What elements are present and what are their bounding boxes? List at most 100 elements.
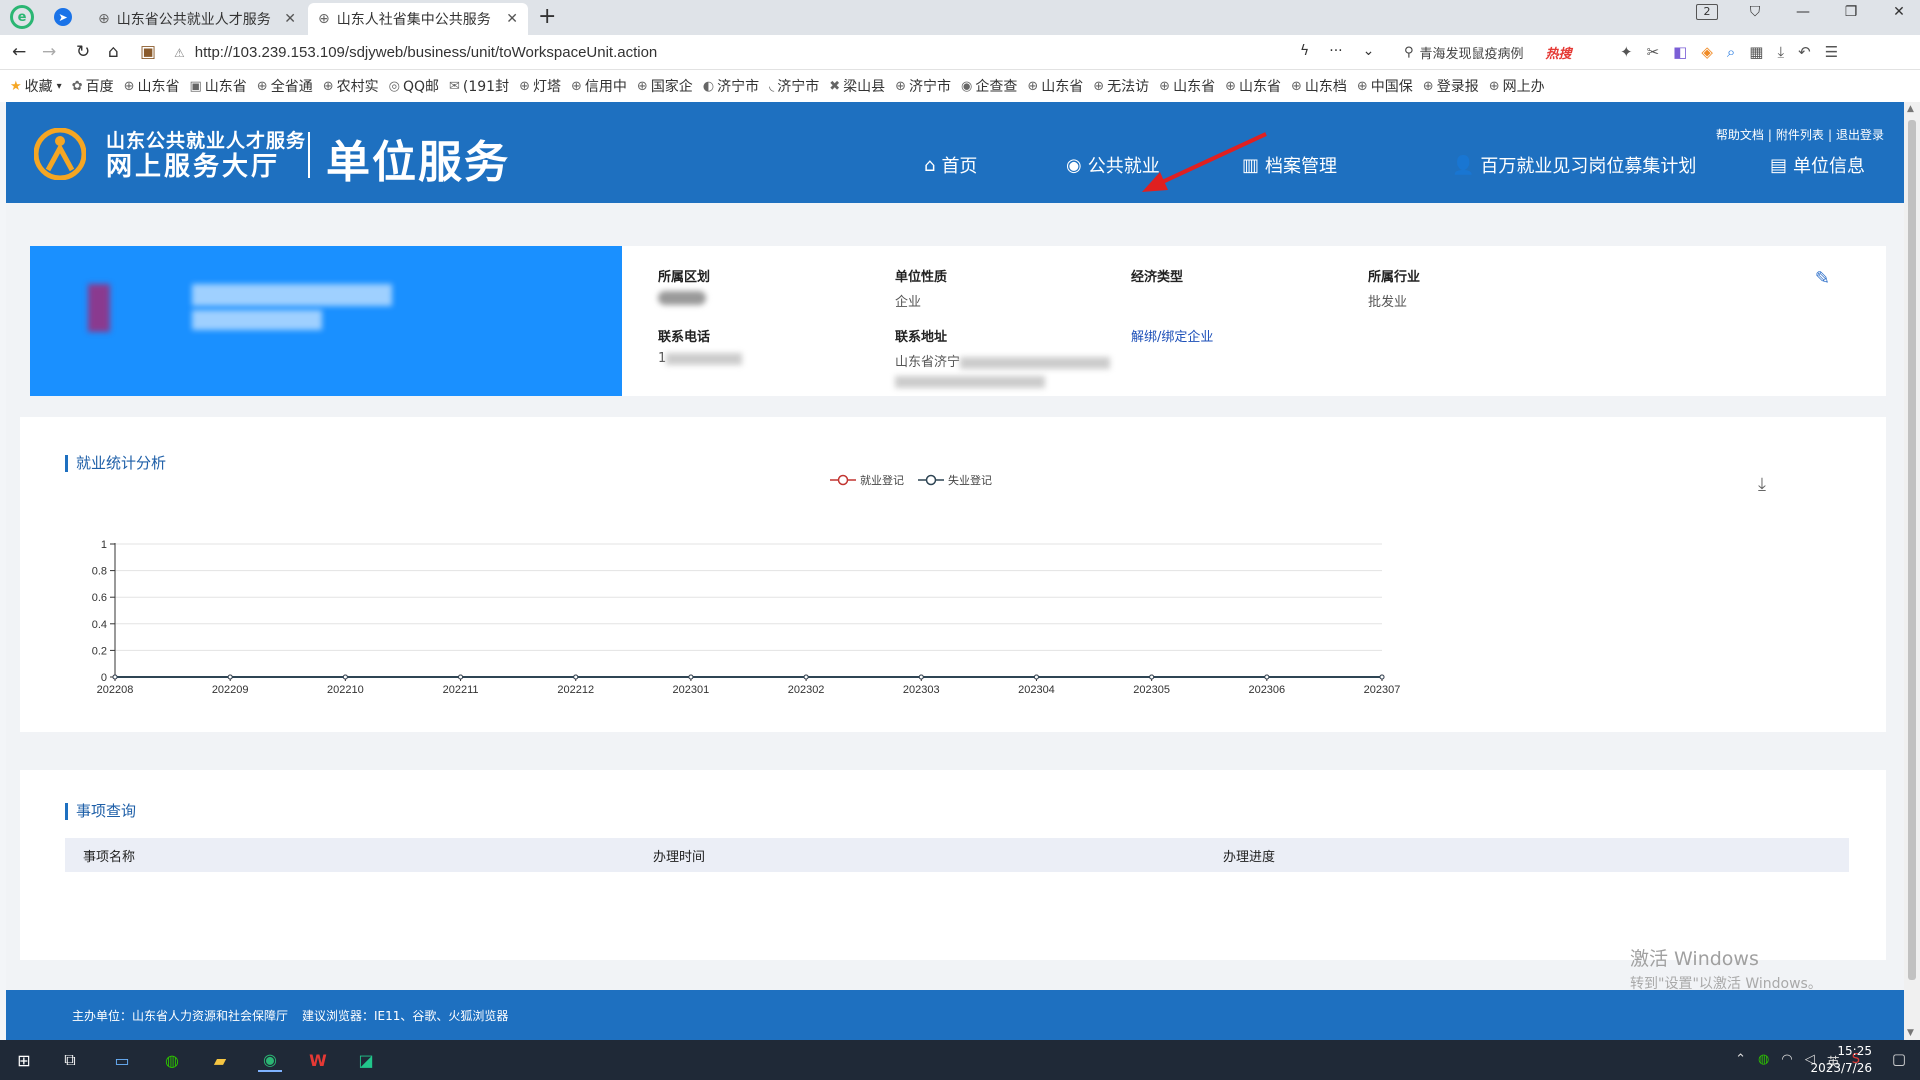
- chevron-down-icon[interactable]: ⌄: [1363, 43, 1375, 59]
- bind-unbind-link[interactable]: 解绑/绑定企业: [1131, 326, 1213, 345]
- bookmark-item[interactable]: ⊕ 山东档: [1291, 76, 1347, 96]
- bookmark-icon: ⊕: [636, 78, 648, 94]
- browser-tab-2[interactable]: ⊕ 山东人社省集中公共服务 ✕: [308, 3, 528, 35]
- task-view-icon[interactable]: ⧉: [58, 1048, 82, 1072]
- bookmark-item[interactable]: ✖ 梁山县: [829, 76, 885, 96]
- bookmark-item[interactable]: ▣ 山东省: [190, 76, 247, 96]
- shirt-icon[interactable]: ⛉: [1744, 4, 1766, 20]
- home-icon: ⌂: [924, 154, 936, 176]
- bookmark-item[interactable]: ⊕ 全省通: [257, 76, 313, 96]
- not-secure-icon[interactable]: ⚠: [174, 46, 185, 60]
- chevron-up-icon[interactable]: ⌃: [1735, 1052, 1746, 1071]
- bookmark-item[interactable]: ◎ QQ邮: [389, 76, 439, 96]
- sidebar-toggle-icon[interactable]: ➤: [54, 8, 72, 26]
- new-tab-button[interactable]: +: [538, 4, 556, 29]
- scroll-down-icon[interactable]: ▼: [1907, 1028, 1914, 1038]
- bookmark-item[interactable]: ⊕ 信用中: [571, 76, 627, 96]
- nav-unit-info[interactable]: ▤ 单位信息: [1770, 152, 1865, 178]
- wps-icon[interactable]: W: [306, 1048, 330, 1072]
- close-tab-icon[interactable]: ✕: [506, 11, 518, 27]
- bookmark-item[interactable]: ⊕ 农村实: [323, 76, 379, 96]
- field-value: 企业: [895, 295, 922, 310]
- menu-icon[interactable]: ☰: [1825, 43, 1838, 61]
- bookmark-item[interactable]: ⊕ 山东省: [1027, 76, 1083, 96]
- series-point-1: [918, 674, 924, 680]
- col-time: 办理时间: [653, 849, 706, 865]
- bookmark-item[interactable]: ⊕ 登录报: [1423, 76, 1479, 96]
- bookmark-item[interactable]: ◉ 企查查: [961, 76, 1017, 96]
- bookmark-item[interactable]: ✉ (191封: [449, 76, 509, 96]
- url-text: http://103.239.153.109/sdjyweb/business/…: [194, 44, 658, 61]
- browser-taskbar-icon[interactable]: ◉: [258, 1048, 282, 1072]
- close-window-icon[interactable]: ✕: [1888, 4, 1910, 20]
- magnifier-icon[interactable]: ⌕: [1727, 43, 1735, 61]
- undo-icon[interactable]: ↶: [1798, 43, 1811, 61]
- col-item-name: 事项名称: [83, 849, 136, 865]
- bookmark-item[interactable]: ⊕ 山东省: [1225, 76, 1281, 96]
- attachments-link[interactable]: 附件列表: [1776, 128, 1824, 142]
- windows-start-icon[interactable]: ⊞: [12, 1048, 36, 1072]
- game-icon[interactable]: ◈: [1701, 43, 1713, 61]
- network-icon[interactable]: ◠: [1781, 1052, 1792, 1071]
- lightning-icon[interactable]: ϟ: [1300, 43, 1309, 59]
- bookmark-item[interactable]: ✿ 百度: [72, 76, 114, 96]
- wechat-icon[interactable]: ◍: [160, 1048, 184, 1072]
- clock[interactable]: 15:25 2023/7/26: [1810, 1043, 1872, 1077]
- minimize-icon[interactable]: —: [1792, 4, 1814, 20]
- apps-grid-icon[interactable]: ▦: [1749, 43, 1763, 61]
- chevron-down-icon[interactable]: ▾: [57, 81, 62, 92]
- help-doc-link[interactable]: 帮助文档: [1716, 128, 1764, 142]
- translate-icon[interactable]: ◧: [1673, 43, 1687, 61]
- bookmark-item[interactable]: ◐ 济宁市: [703, 76, 759, 96]
- bookmark-item[interactable]: ⊕ 国家企: [637, 76, 693, 96]
- bookmark-item[interactable]: ⊕ 中国保: [1357, 76, 1413, 96]
- wallet-icon[interactable]: ▣: [140, 42, 156, 62]
- restore-icon[interactable]: ❐: [1840, 4, 1862, 20]
- scissors-icon[interactable]: ✂: [1647, 43, 1660, 61]
- back-icon[interactable]: ←: [12, 42, 26, 62]
- bookmark-icon: ⊕: [571, 78, 582, 94]
- app-icon[interactable]: ◪: [354, 1048, 378, 1072]
- close-tab-icon[interactable]: ✕: [284, 11, 296, 27]
- puzzle-icon[interactable]: ✦: [1620, 43, 1633, 61]
- home-page-icon[interactable]: ⌂: [108, 42, 119, 62]
- reload-icon[interactable]: ↻: [76, 42, 90, 62]
- browser-logo-icon[interactable]: e: [10, 5, 34, 29]
- main-nav: ⌂ 首页 ◉ 公共就业 ▥ 档案管理 👤 百万就业见习岗位募集计划 ▤ 单位信息: [6, 132, 1904, 192]
- bookmark-item[interactable]: ⊕ 网上办: [1489, 76, 1545, 96]
- window-controls: 2 ⛉ — ❐ ✕: [1696, 4, 1910, 20]
- nav-home[interactable]: ⌂ 首页: [924, 152, 977, 178]
- bookmark-item[interactable]: ⊕ 无法访: [1093, 76, 1149, 96]
- bookmark-item[interactable]: ★ 收藏 ▾: [10, 76, 62, 96]
- url-field[interactable]: ⚠ http://103.239.153.109/sdjyweb/busines…: [174, 40, 1394, 65]
- hot-search-badge[interactable]: 热搜: [1546, 43, 1572, 62]
- bookmark-item[interactable]: ⊕ 山东省: [124, 76, 180, 96]
- bookmark-item[interactable]: ⊕ 灯塔: [519, 76, 561, 96]
- bookmark-item[interactable]: ◟ 济宁市: [769, 76, 819, 96]
- scroll-up-icon[interactable]: ▲: [1907, 104, 1914, 114]
- bookmark-label: (191封: [462, 79, 510, 95]
- org-name-line1: 山东公共就业人才服务: [106, 130, 307, 152]
- econ-type-field: 经济类型: [1131, 266, 1183, 291]
- page-scrollbar[interactable]: ▲ ▼: [1904, 102, 1920, 1040]
- download-icon[interactable]: ⤓: [1777, 43, 1784, 61]
- nav-internship-plan[interactable]: 👤 百万就业见习岗位募集计划: [1452, 152, 1696, 178]
- x-tick-label: 202301: [673, 684, 710, 696]
- search-box[interactable]: ⚲ 青海发现鼠疫病例 热搜: [1404, 43, 1572, 62]
- user-icon: 👤: [1452, 154, 1475, 176]
- star-icon: ★: [10, 78, 22, 94]
- notification-icon[interactable]: ▢: [1892, 1050, 1906, 1068]
- folder-icon[interactable]: ▰: [208, 1048, 232, 1072]
- tab-count-badge[interactable]: 2: [1696, 4, 1718, 20]
- browser-tab-1[interactable]: ⊕ 山东省公共就业人才服务 ✕: [88, 3, 306, 35]
- wechat-tray-icon[interactable]: ◍: [1758, 1052, 1769, 1071]
- logout-link[interactable]: 退出登录: [1836, 128, 1884, 142]
- edit-icon[interactable]: ✎: [1815, 268, 1830, 289]
- bookmark-item[interactable]: ⊕ 山东省: [1159, 76, 1215, 96]
- explorer-window-icon[interactable]: ▭: [110, 1048, 134, 1072]
- bookmark-item[interactable]: ⊕ 济宁市: [895, 76, 951, 96]
- scroll-thumb[interactable]: [1908, 120, 1916, 980]
- more-icon[interactable]: ···: [1329, 43, 1342, 59]
- forward-icon[interactable]: →: [42, 42, 56, 62]
- url-actions: ϟ ··· ⌄: [1300, 43, 1374, 59]
